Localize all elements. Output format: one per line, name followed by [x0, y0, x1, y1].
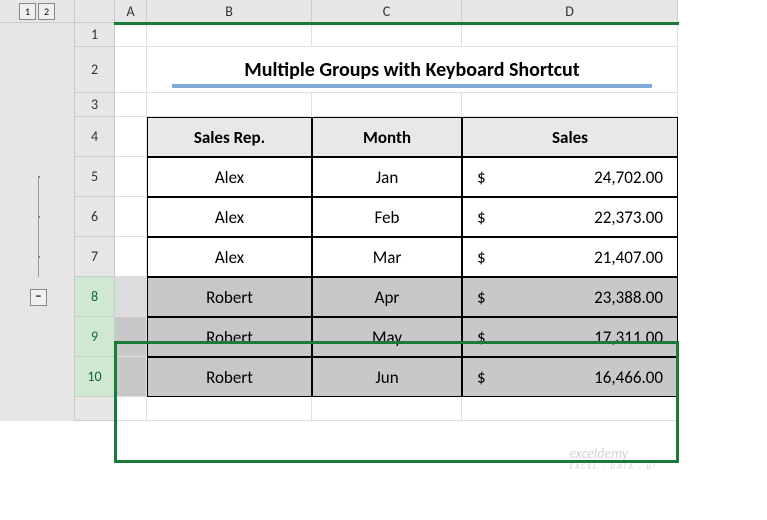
- cell-sales[interactable]: $17,311.00: [462, 317, 678, 357]
- cell-A3[interactable]: [115, 93, 147, 117]
- spreadsheet-grid: 1 2 A B C D 1 2 Multiple Groups with Key…: [0, 0, 767, 421]
- row-header-9[interactable]: 9: [75, 317, 115, 357]
- row-header-blank[interactable]: [75, 397, 115, 421]
- cell-blank[interactable]: [462, 397, 678, 421]
- row-header-6[interactable]: 6: [75, 197, 115, 237]
- sales-value: 21,407.00: [594, 247, 663, 268]
- cell-A8[interactable]: [115, 277, 147, 317]
- table-header-rep[interactable]: Sales Rep.: [147, 117, 312, 157]
- cell-A1[interactable]: [115, 23, 147, 47]
- cell-rep[interactable]: Alex: [147, 237, 312, 277]
- outline-gutter: [0, 157, 75, 197]
- col-header-A[interactable]: A: [115, 0, 147, 23]
- sales-value: 24,702.00: [594, 167, 663, 188]
- outline-gutter: −: [0, 277, 75, 317]
- cell-rep[interactable]: Robert: [147, 317, 312, 357]
- row-header-10[interactable]: 10: [75, 357, 115, 397]
- outline-gutter: [0, 197, 75, 237]
- select-all-corner[interactable]: [75, 0, 115, 23]
- cell-month[interactable]: Mar: [312, 237, 462, 277]
- cell-month[interactable]: Jan: [312, 157, 462, 197]
- cell-sales[interactable]: $22,373.00: [462, 197, 678, 237]
- cell-A4[interactable]: [115, 117, 147, 157]
- cell-rep[interactable]: Alex: [147, 157, 312, 197]
- cell-B1[interactable]: [147, 23, 312, 47]
- outline-gutter: [0, 317, 75, 357]
- cell-C1[interactable]: [312, 23, 462, 47]
- watermark-sub: EXCEL · DATA · BI: [569, 462, 657, 472]
- outline-gutter: [0, 23, 75, 47]
- sales-value: 22,373.00: [594, 207, 663, 228]
- currency-symbol: $: [477, 247, 486, 268]
- currency-symbol: $: [477, 207, 486, 228]
- cell-D3[interactable]: [462, 93, 678, 117]
- outline-gutter: [0, 357, 75, 397]
- row-header-3[interactable]: 3: [75, 93, 115, 117]
- outline-gutter: [0, 93, 75, 117]
- cell-A2[interactable]: [115, 47, 147, 93]
- col-header-C[interactable]: C: [312, 0, 462, 23]
- cell-month[interactable]: May: [312, 317, 462, 357]
- watermark-text: exceldemy: [569, 445, 628, 462]
- col-header-D[interactable]: D: [462, 0, 678, 23]
- cell-B3[interactable]: [147, 93, 312, 117]
- cell-A7[interactable]: [115, 237, 147, 277]
- cell-month[interactable]: Feb: [312, 197, 462, 237]
- table-header-sales[interactable]: Sales: [462, 117, 678, 157]
- outline-gutter: [0, 237, 75, 277]
- cell-A10[interactable]: [115, 357, 147, 397]
- cell-sales[interactable]: $21,407.00: [462, 237, 678, 277]
- sales-value: 23,388.00: [594, 287, 663, 308]
- cell-A6[interactable]: [115, 197, 147, 237]
- page-title[interactable]: Multiple Groups with Keyboard Shortcut: [147, 47, 678, 93]
- cell-rep[interactable]: Robert: [147, 277, 312, 317]
- cell-month[interactable]: Jun: [312, 357, 462, 397]
- cell-sales[interactable]: $16,466.00: [462, 357, 678, 397]
- outline-level-2[interactable]: 2: [38, 3, 55, 20]
- watermark: exceldemy EXCEL · DATA · BI: [569, 445, 657, 472]
- collapse-group-button[interactable]: −: [30, 289, 47, 306]
- cell-D1[interactable]: [462, 23, 678, 47]
- row-header-8[interactable]: 8: [75, 277, 115, 317]
- cell-sales[interactable]: $23,388.00: [462, 277, 678, 317]
- row-header-4[interactable]: 4: [75, 117, 115, 157]
- outline-level-header: 1 2: [0, 0, 75, 23]
- currency-symbol: $: [477, 367, 486, 388]
- cell-blank[interactable]: [115, 397, 147, 421]
- col-header-B[interactable]: B: [147, 0, 312, 23]
- cell-C3[interactable]: [312, 93, 462, 117]
- outline-gutter: [0, 397, 75, 421]
- sales-value: 17,311.00: [594, 327, 663, 348]
- currency-symbol: $: [477, 327, 486, 348]
- sales-value: 16,466.00: [594, 367, 663, 388]
- cell-blank[interactable]: [312, 397, 462, 421]
- row-header-7[interactable]: 7: [75, 237, 115, 277]
- cell-A5[interactable]: [115, 157, 147, 197]
- outline-gutter: [0, 47, 75, 93]
- cell-rep[interactable]: Robert: [147, 357, 312, 397]
- table-header-month[interactable]: Month: [312, 117, 462, 157]
- row-header-5[interactable]: 5: [75, 157, 115, 197]
- row-header-1[interactable]: 1: [75, 23, 115, 47]
- cell-blank[interactable]: [147, 397, 312, 421]
- row-header-2[interactable]: 2: [75, 47, 115, 93]
- cell-rep[interactable]: Alex: [147, 197, 312, 237]
- currency-symbol: $: [477, 287, 486, 308]
- cell-A9[interactable]: [115, 317, 147, 357]
- outline-level-1[interactable]: 1: [19, 3, 36, 20]
- outline-gutter: [0, 117, 75, 157]
- cell-sales[interactable]: $24,702.00: [462, 157, 678, 197]
- currency-symbol: $: [477, 167, 486, 188]
- cell-month[interactable]: Apr: [312, 277, 462, 317]
